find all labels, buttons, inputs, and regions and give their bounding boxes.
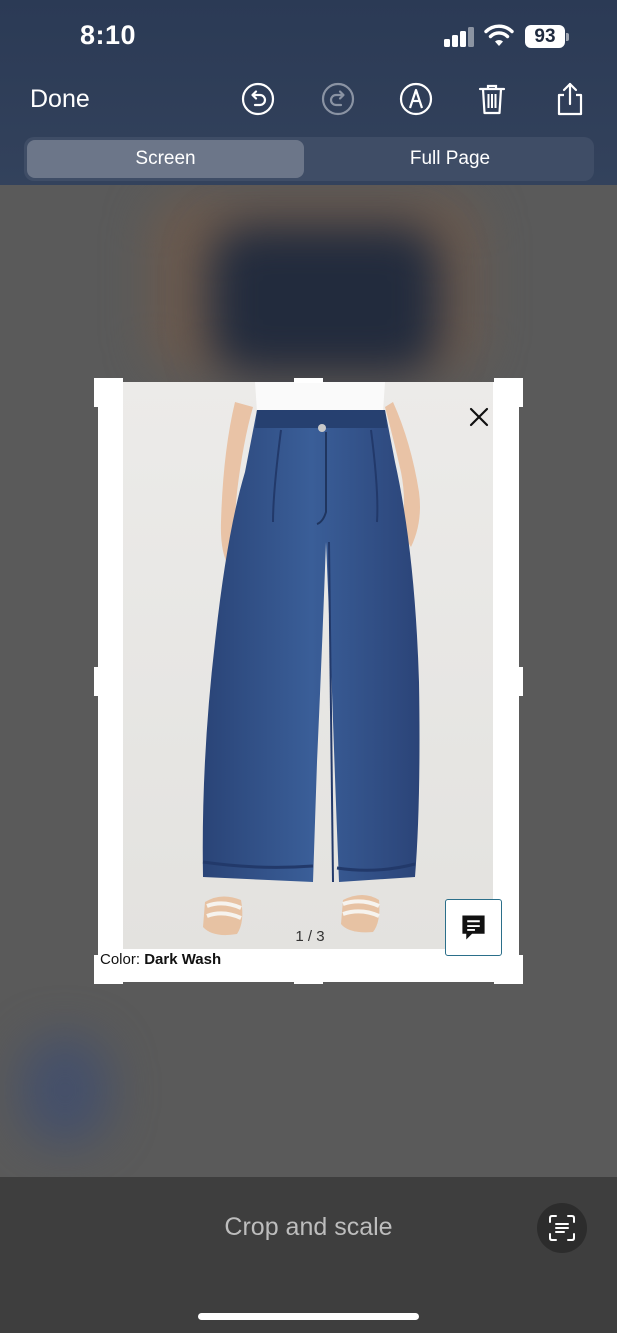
segment-screen[interactable]: Screen (27, 140, 304, 178)
color-label: Color: (100, 951, 141, 968)
status-time: 8:10 (80, 20, 137, 50)
markup-pen-icon[interactable] (399, 82, 433, 116)
undo-icon[interactable] (241, 82, 275, 116)
crop-handle-bottom[interactable] (294, 979, 323, 984)
color-value: Dark Wash (144, 951, 222, 968)
home-indicator (198, 1313, 419, 1320)
trash-icon[interactable] (475, 82, 509, 116)
review-button[interactable] (445, 899, 502, 956)
text-scan-button[interactable] (537, 1203, 587, 1253)
done-button[interactable]: Done (30, 85, 90, 114)
jeans-illustration (123, 382, 493, 949)
crop-handle-top[interactable] (294, 378, 323, 383)
crop-handle-right[interactable] (518, 667, 523, 696)
crop-handle-left[interactable] (94, 667, 99, 696)
screenshot-crop-region[interactable] (98, 382, 519, 982)
comment-icon (462, 915, 485, 940)
live-text-icon (549, 1215, 575, 1241)
color-info: Color: Dark Wash (100, 951, 221, 968)
crop-and-scale-title: Crop and scale (224, 1213, 393, 1241)
close-icon[interactable] (468, 406, 490, 428)
redo-icon[interactable] (321, 82, 355, 116)
cellular-signal-icon (444, 27, 476, 47)
wifi-icon (484, 24, 514, 48)
battery-icon: 93 (525, 25, 571, 48)
segment-full-page[interactable]: Full Page (310, 140, 590, 178)
image-counter: 1 / 3 (295, 928, 325, 945)
bottom-bar (0, 1177, 617, 1333)
battery-level: 93 (525, 25, 565, 48)
capture-mode-segmented-control: Screen Full Page (24, 137, 594, 181)
share-icon[interactable] (553, 82, 587, 116)
product-photo (123, 382, 493, 949)
